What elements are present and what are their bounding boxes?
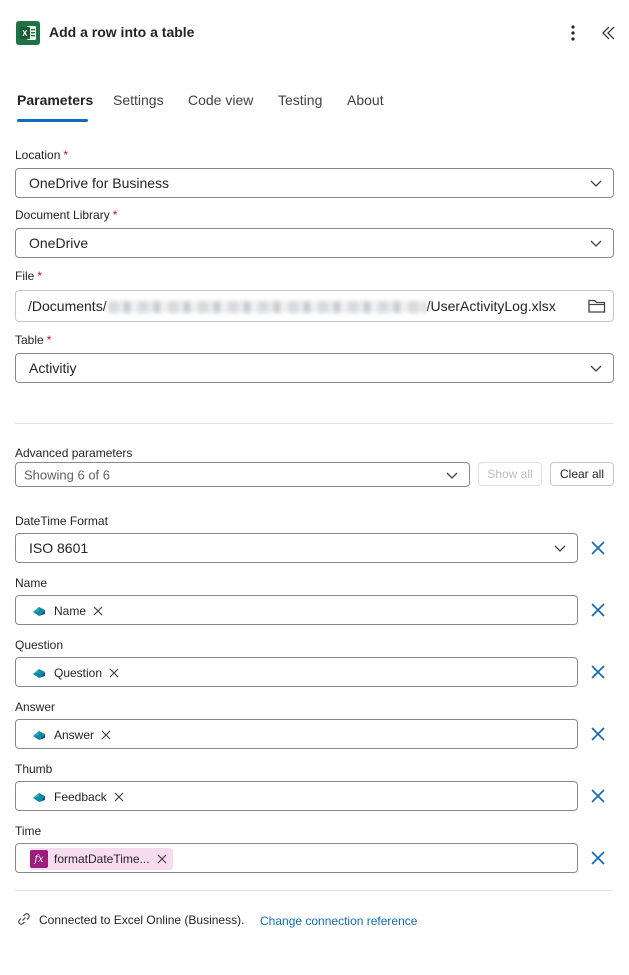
name-label: Name [15,576,48,590]
name-input[interactable]: Name [15,595,578,625]
datetime-format-dropdown[interactable]: ISO 8601 [15,533,578,563]
answer-input[interactable]: Answer [15,719,578,749]
tab-bar: Parameters Settings Code view Testing Ab… [0,86,629,126]
collapse-panel-button[interactable] [598,22,620,44]
dataverse-icon [30,664,48,682]
excel-icon [16,21,40,45]
connection-status: Connected to Excel Online (Business). [39,913,245,927]
more-vertical-icon [571,25,575,41]
footer-divider [15,890,613,891]
advanced-parameters-value: Showing 6 of 6 [24,467,111,482]
location-value: OneDrive for Business [29,175,170,191]
question-token: Question [30,662,125,684]
connection-icon [18,913,30,925]
file-path-suffix: /UserActivityLog.xlsx [426,298,556,314]
show-all-button[interactable]: Show all [478,462,542,486]
remove-time-icon[interactable] [589,849,607,867]
chevron-down-icon [446,472,458,479]
folder-icon[interactable] [587,297,607,315]
time-input[interactable]: fx formatDateTime... [15,843,578,873]
dataverse-icon [30,726,48,744]
question-label: Question [15,638,64,652]
dataverse-icon [30,602,48,620]
section-divider [15,423,613,424]
dataverse-icon [30,788,48,806]
remove-answer-icon[interactable] [589,725,607,743]
panel-title: Add a row into a table [49,24,195,40]
function-icon: fx [30,850,48,868]
feedback-token: Feedback [30,786,130,808]
location-dropdown[interactable]: OneDrive for Business [15,168,614,198]
datetime-format-value: ISO 8601 [29,540,89,556]
remove-token-icon[interactable] [109,668,119,678]
panel-header: Add a row into a table [0,0,629,66]
file-path: /Documents/ /UserActivityLog.xlsx [28,298,556,314]
remove-name-icon[interactable] [589,601,607,619]
file-path-prefix: /Documents/ [28,298,107,314]
clear-all-button[interactable]: Clear all [550,462,614,486]
location-label: Location * [15,148,69,162]
question-input[interactable]: Question [15,657,578,687]
redacted-path [107,301,426,314]
tab-parameters[interactable]: Parameters [17,92,93,108]
tab-code-view[interactable]: Code view [188,92,253,108]
answer-label: Answer [15,700,56,714]
advanced-parameters-label: Advanced parameters [15,446,133,460]
library-dropdown[interactable]: OneDrive [15,228,614,258]
tab-settings[interactable]: Settings [113,92,164,108]
active-tab-indicator [17,119,88,122]
thumb-label: Thumb [15,762,53,776]
file-input[interactable]: /Documents/ /UserActivityLog.xlsx [15,290,614,322]
thumb-input[interactable]: Feedback [15,781,578,811]
advanced-parameters-dropdown[interactable]: Showing 6 of 6 [15,462,470,487]
library-value: OneDrive [29,235,89,251]
table-value: Activitiy [29,360,77,376]
remove-thumb-icon[interactable] [589,787,607,805]
tab-about[interactable]: About [347,92,384,108]
chevron-down-icon [554,545,566,552]
remove-token-icon[interactable] [114,792,124,802]
name-token: Name [30,600,109,622]
table-dropdown[interactable]: Activitiy [15,353,614,383]
tab-testing[interactable]: Testing [278,92,322,108]
file-label: File * [15,269,43,283]
more-options-button[interactable] [562,22,584,44]
time-label: Time [15,824,42,838]
library-label: Document Library * [15,208,118,222]
remove-token-icon[interactable] [157,854,167,864]
chevron-down-icon [590,180,602,187]
datetime-format-label: DateTime Format [15,514,108,528]
remove-question-icon[interactable] [589,663,607,681]
table-label: Table * [15,333,52,347]
remove-token-icon[interactable] [93,606,103,616]
chevron-down-icon [590,365,602,372]
format-datetime-token: fx formatDateTime... [30,848,173,870]
answer-token: Answer [30,724,117,746]
collapse-panel-icon [602,26,615,40]
remove-datetime-format-icon[interactable] [589,539,607,557]
remove-token-icon[interactable] [101,730,111,740]
change-connection-link[interactable]: Change connection reference [260,914,417,928]
chevron-down-icon [590,240,602,247]
